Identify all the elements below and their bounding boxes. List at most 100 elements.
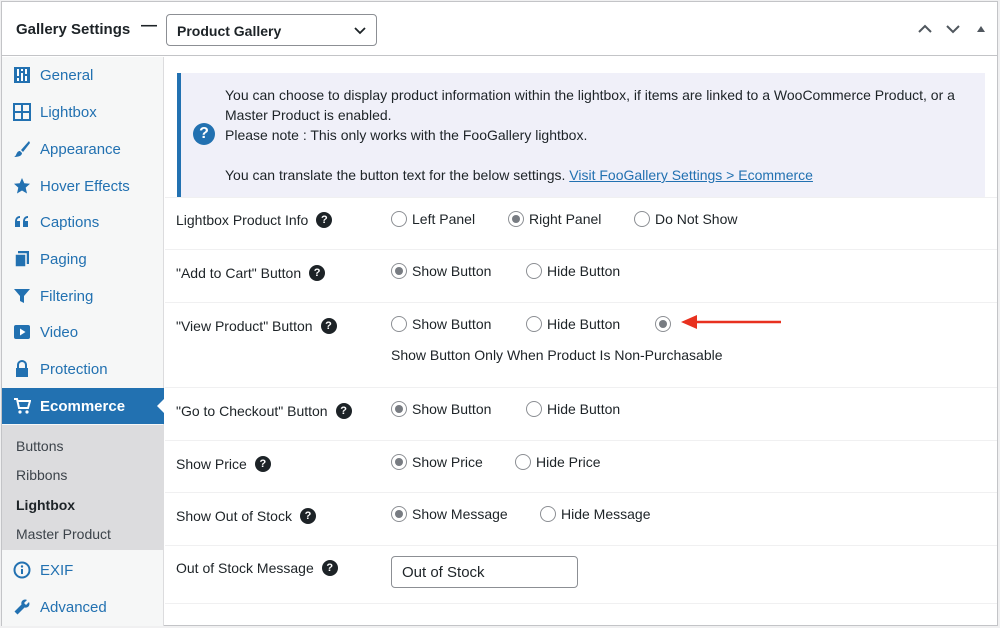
panel-header: Gallery Settings — Product Gallery <box>2 2 997 56</box>
settings-link[interactable]: Visit FooGallery Settings > Ecommerce <box>569 167 813 183</box>
radio-button[interactable] <box>391 263 407 279</box>
radio-button[interactable] <box>391 211 407 227</box>
sidebar-item-exif[interactable]: EXIF <box>2 552 164 588</box>
video-icon <box>12 322 32 342</box>
radio-show-add-to-cart[interactable]: Show Button <box>391 263 491 279</box>
radio-show-checkout[interactable]: Show Button <box>391 401 491 417</box>
radio-label: Show Price <box>412 454 483 470</box>
setting-label-text: "View Product" Button <box>176 318 313 334</box>
radio-left-panel[interactable]: Left Panel <box>391 211 475 227</box>
sidebar-item-ecommerce[interactable]: Ecommerce <box>2 388 165 424</box>
setting-label-text: Out of Stock Message <box>176 560 314 576</box>
radio-hide-checkout[interactable]: Hide Button <box>526 401 620 417</box>
radio-show-view-product[interactable]: Show Button <box>391 316 491 332</box>
radio-label: Show Message <box>412 506 508 522</box>
radio-button[interactable] <box>391 316 407 332</box>
move-down-icon[interactable] <box>944 20 962 38</box>
sidebar-item-captions[interactable]: Captions <box>2 204 164 240</box>
sidebar-item-paging[interactable]: Paging <box>2 241 164 277</box>
submenu-item-buttons[interactable]: Buttons <box>16 438 63 454</box>
sidebar-item-video[interactable]: Video <box>2 314 164 350</box>
radio-show-message[interactable]: Show Message <box>391 506 508 522</box>
quote-icon <box>12 212 32 232</box>
panel-title: Gallery Settings <box>16 21 131 38</box>
sidebar-item-label: General <box>40 66 94 84</box>
submenu-item-lightbox[interactable]: Lightbox <box>16 497 75 513</box>
submenu-item-ribbons[interactable]: Ribbons <box>16 467 67 483</box>
help-icon[interactable]: ? <box>316 212 333 228</box>
annotation-arrow <box>681 315 781 329</box>
sidebar-item-label: Protection <box>40 360 108 378</box>
help-icon[interactable]: ? <box>309 265 326 281</box>
sidebar-item-general[interactable]: General <box>2 57 164 93</box>
pages-icon <box>12 249 32 269</box>
stock-message-input[interactable] <box>391 556 578 588</box>
radio-non-purchasable[interactable] <box>655 316 676 332</box>
filter-icon <box>12 286 32 306</box>
radio-hide-add-to-cart[interactable]: Hide Button <box>526 263 620 279</box>
help-icon[interactable]: ? <box>254 456 271 472</box>
setting-label: Show Price? <box>176 456 271 472</box>
help-icon[interactable]: ? <box>335 403 352 419</box>
sidebar-item-label: Video <box>40 323 79 341</box>
question-icon: ? <box>193 123 215 145</box>
radio-label: Left Panel <box>412 211 476 227</box>
radio-button[interactable] <box>508 211 524 227</box>
radio-button[interactable] <box>515 454 531 470</box>
setting-label: Lightbox Product Info? <box>176 212 333 228</box>
radio-hide-message[interactable]: Hide Message <box>540 506 651 522</box>
sidebar-item-lightbox[interactable]: Lightbox <box>2 94 164 130</box>
sidebar-item-appearance[interactable]: Appearance <box>2 131 164 167</box>
radio-button[interactable] <box>526 316 542 332</box>
star-icon <box>12 176 32 196</box>
radio-button[interactable] <box>391 506 407 522</box>
radio-button[interactable] <box>526 263 542 279</box>
radio-label-non-purchasable: Show Button Only When Product Is Non-Pur… <box>391 347 723 363</box>
setting-label: Out of Stock Message? <box>176 560 338 576</box>
radio-label: Hide Button <box>547 401 621 417</box>
setting-label: Show Out of Stock? <box>176 508 316 524</box>
radio-do-not-show[interactable]: Do Not Show <box>634 211 737 227</box>
radio-button[interactable] <box>634 211 650 227</box>
setting-label: "Add to Cart" Button? <box>176 265 326 281</box>
grid-icon <box>12 102 32 122</box>
gallery-settings-panel: Gallery Settings — Product Gallery Gener… <box>1 1 998 626</box>
radio-right-panel[interactable]: Right Panel <box>508 211 601 227</box>
sidebar-item-hover-effects[interactable]: Hover Effects <box>2 168 164 204</box>
submenu-item-master-product[interactable]: Master Product <box>16 526 111 542</box>
help-icon[interactable]: ? <box>321 560 338 576</box>
setting-row-lightbox-info: Lightbox Product Info? Left Panel Right … <box>165 197 997 249</box>
brush-icon <box>12 139 32 159</box>
setting-row-out-of-stock: Show Out of Stock? Show Message Hide Mes… <box>165 492 997 545</box>
radio-button[interactable] <box>655 316 671 332</box>
radio-label: Hide Button <box>547 263 621 279</box>
toggle-panel-icon[interactable] <box>972 20 990 38</box>
radio-button[interactable] <box>526 401 542 417</box>
setting-label: "View Product" Button? <box>176 318 337 334</box>
title-separator: — <box>141 17 157 34</box>
radio-button[interactable] <box>540 506 556 522</box>
gallery-template-value: Product Gallery <box>177 23 282 39</box>
radio-hide-price[interactable]: Hide Price <box>515 454 601 470</box>
sidebar-item-advanced[interactable]: Advanced <box>2 589 164 625</box>
radio-button[interactable] <box>391 401 407 417</box>
radio-label: Show Button <box>412 401 492 417</box>
radio-hide-view-product[interactable]: Hide Button <box>526 316 620 332</box>
move-up-icon[interactable] <box>916 20 934 38</box>
setting-label: "Go to Checkout" Button? <box>176 403 352 419</box>
sidebar-item-label: Advanced <box>40 598 107 616</box>
radio-label: Show Button <box>412 316 492 332</box>
sidebar-item-filtering[interactable]: Filtering <box>2 278 164 314</box>
help-icon[interactable]: ? <box>299 508 316 524</box>
gallery-template-select[interactable]: Product Gallery <box>166 14 377 46</box>
setting-label-text: "Go to Checkout" Button <box>176 403 328 419</box>
settings-sidebar: General Lightbox Appearance Hover Effect… <box>2 57 165 626</box>
sidebar-item-protection[interactable]: Protection <box>2 351 164 387</box>
radio-show-price[interactable]: Show Price <box>391 454 483 470</box>
radio-label: Hide Price <box>536 454 601 470</box>
wrench-icon <box>12 597 32 617</box>
cart-icon <box>12 396 32 416</box>
sidebar-item-label: Hover Effects <box>40 177 130 195</box>
radio-button[interactable] <box>391 454 407 470</box>
help-icon[interactable]: ? <box>320 318 337 334</box>
